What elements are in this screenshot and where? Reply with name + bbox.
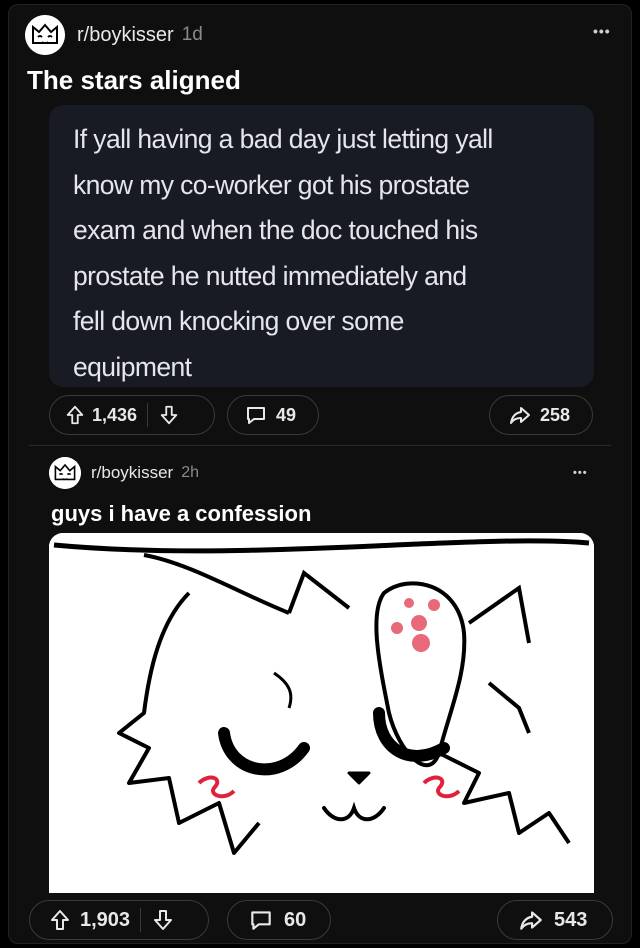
- more-options-button[interactable]: •••: [593, 23, 611, 39]
- quote-text: If yall having a bad day just letting ya…: [73, 117, 573, 390]
- vote-separator: [147, 403, 149, 427]
- quote-line: exam and when the doc touched his: [73, 215, 478, 245]
- comments-button[interactable]: 49: [227, 395, 319, 435]
- share-count: 258: [540, 404, 571, 425]
- post-image[interactable]: [49, 533, 594, 893]
- downvote-icon[interactable]: [158, 404, 180, 426]
- post-age: 2h: [181, 464, 199, 481]
- quote-line: If yall having a bad day just letting ya…: [73, 124, 493, 154]
- upvote-icon[interactable]: [48, 908, 72, 932]
- vote-separator: [140, 908, 142, 932]
- downvote-icon[interactable]: [151, 908, 175, 932]
- subreddit-name[interactable]: r/boykisser: [77, 24, 174, 47]
- post-age: 1d: [181, 24, 203, 45]
- post-card: r/boykisser 1d ••• The stars aligned If …: [8, 4, 632, 944]
- vote-bar: 1,903: [29, 900, 209, 940]
- comments-button[interactable]: 60: [227, 900, 331, 940]
- comment-count: 49: [276, 404, 297, 425]
- upvote-icon[interactable]: [64, 404, 86, 426]
- share-icon: [510, 407, 530, 424]
- subreddit-name[interactable]: r/boykisser: [91, 463, 173, 483]
- quote-line: equipment: [73, 351, 192, 382]
- share-button[interactable]: 543: [497, 900, 613, 940]
- post-title: guys i have a confession: [51, 501, 312, 526]
- cat-drawing-image: [49, 533, 594, 893]
- upvote-count: 1,903: [80, 908, 131, 931]
- share-button[interactable]: 258: [489, 395, 593, 435]
- comment-count: 60: [284, 908, 307, 931]
- quote-line: know my co-worker got his prostate: [73, 169, 470, 200]
- post1-header: r/boykisser 1d: [25, 15, 203, 55]
- comment-icon: [247, 407, 265, 424]
- comment-icon: [251, 911, 271, 930]
- cat-avatar-icon: [25, 15, 65, 55]
- post-title: The stars aligned: [27, 65, 241, 95]
- more-options-button[interactable]: •••: [573, 467, 588, 479]
- post-divider: [29, 445, 611, 446]
- quote-line: prostate he nutted immediately and: [73, 260, 467, 291]
- vote-bar: 1,436: [49, 395, 215, 435]
- post-image-text[interactable]: If yall having a bad day just letting ya…: [49, 105, 594, 387]
- subreddit-avatar[interactable]: [49, 457, 81, 489]
- cat-avatar-icon: [49, 457, 81, 489]
- post2-header: r/boykisser 2h: [49, 457, 199, 489]
- share-count: 543: [554, 908, 588, 931]
- subreddit-avatar[interactable]: [25, 15, 65, 55]
- quote-line: fell down knocking over some: [73, 306, 404, 336]
- upvote-count: 1,436: [92, 404, 138, 425]
- share-icon: [520, 911, 542, 930]
